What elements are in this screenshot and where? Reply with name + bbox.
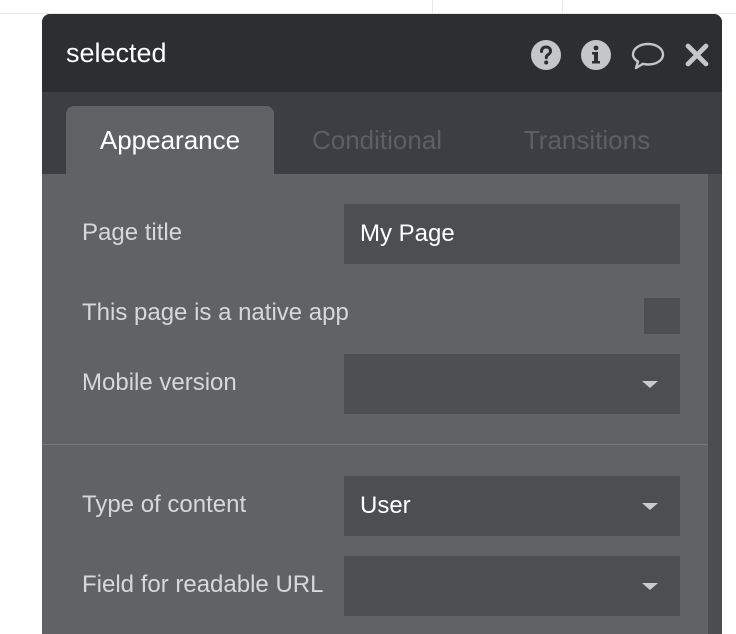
tab-appearance[interactable]: Appearance [66, 106, 274, 174]
type-of-content-label: Type of content [82, 491, 247, 518]
readable-url-dropdown[interactable] [344, 556, 680, 616]
close-icon[interactable] [684, 42, 710, 68]
editor-canvas: selected Appearance Conditional Transiti… [0, 0, 736, 634]
property-editor-panel: selected Appearance Conditional Transiti… [42, 14, 722, 634]
tab-conditional[interactable]: Conditional [302, 106, 452, 174]
question-icon[interactable] [530, 39, 562, 71]
chevron-down-icon [642, 503, 658, 510]
mobile-version-dropdown[interactable] [344, 354, 680, 414]
panel-title-icons [530, 38, 710, 72]
native-app-checkbox[interactable] [644, 298, 680, 334]
page-title-label: Page title [82, 219, 183, 246]
type-of-content-dropdown[interactable]: User [344, 476, 680, 536]
tab-transitions[interactable]: Transitions [512, 106, 662, 174]
native-app-label: This page is a native app [82, 299, 349, 326]
page-title-input[interactable]: My Page [344, 204, 680, 264]
panel-title: selected [66, 38, 167, 68]
page-title-value: My Page [360, 220, 455, 247]
canvas-grid-line [562, 0, 563, 13]
comment-icon[interactable] [630, 39, 666, 71]
type-of-content-value: User [360, 492, 411, 519]
chevron-down-icon [642, 381, 658, 388]
panel-tabbar: Appearance Conditional Transitions [42, 92, 722, 174]
mobile-version-label: Mobile version [82, 369, 237, 396]
panel-titlebar[interactable]: selected [42, 14, 722, 92]
canvas-grid-line [432, 0, 433, 13]
info-icon[interactable] [580, 39, 612, 71]
chevron-down-icon [642, 583, 658, 590]
panel-scrollbar[interactable] [708, 174, 722, 634]
section-divider [42, 444, 708, 445]
readable-url-label: Field for readable URL [82, 571, 324, 598]
